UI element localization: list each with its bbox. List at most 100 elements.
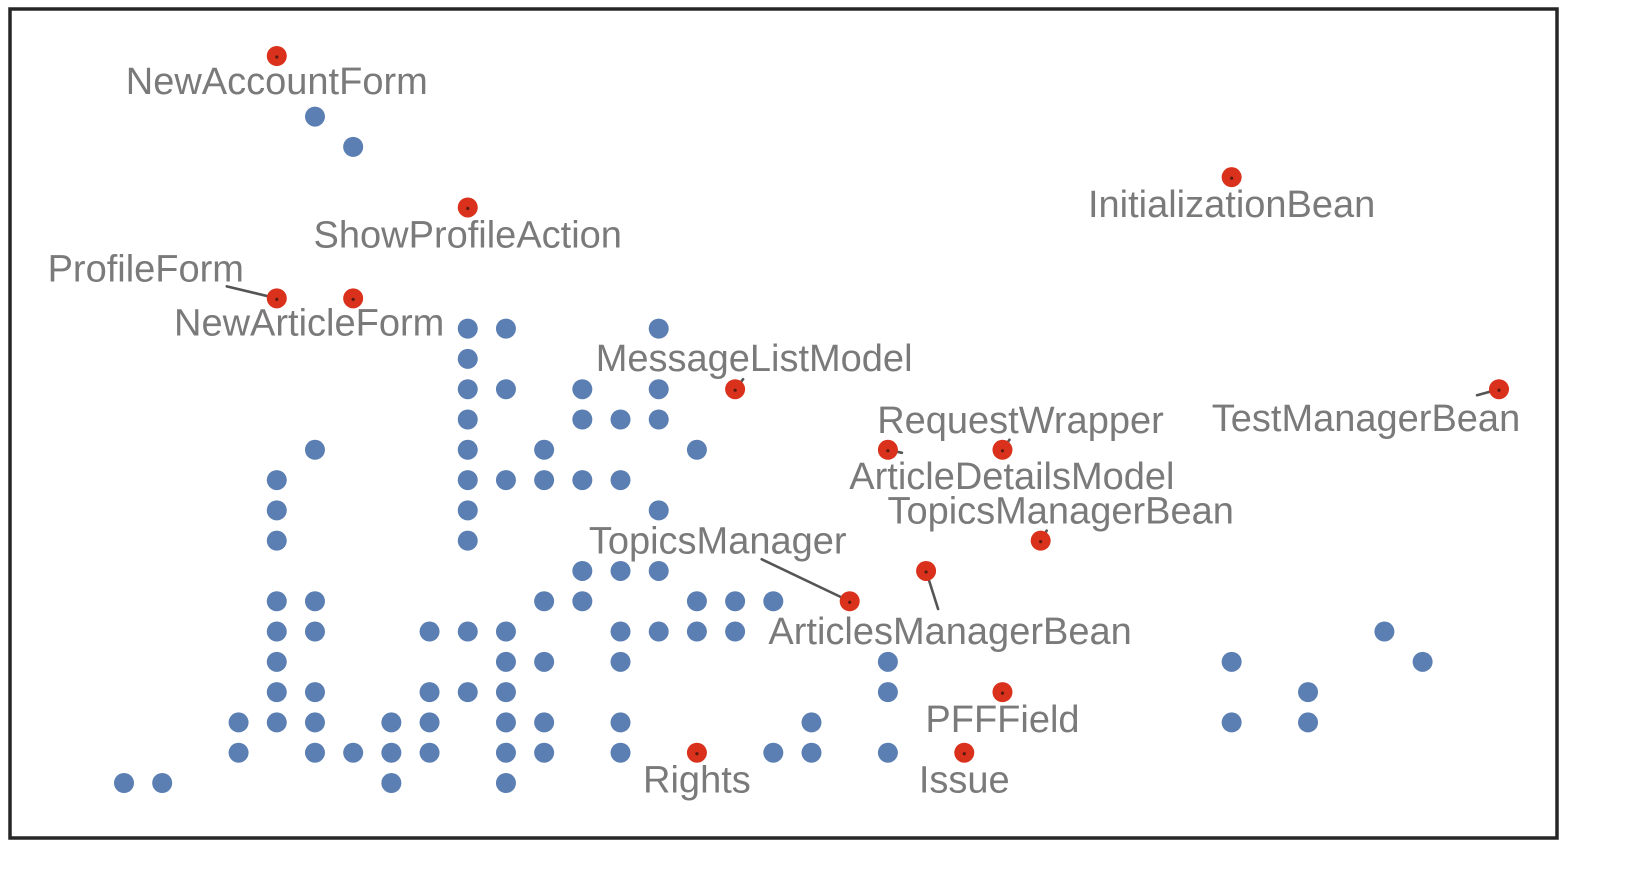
point-center-mark	[1000, 449, 1005, 453]
data-point	[648, 560, 669, 581]
point-label: MessageListModel	[596, 338, 913, 380]
data-point	[648, 500, 669, 521]
data-point	[495, 621, 516, 642]
point-center-mark	[962, 752, 966, 756]
data-point	[572, 470, 593, 491]
data-point	[343, 742, 364, 763]
data-point	[610, 409, 631, 430]
data-point	[266, 591, 287, 612]
data-point	[534, 470, 555, 491]
data-point	[457, 379, 478, 400]
data-point	[610, 651, 631, 672]
data-point	[610, 470, 631, 491]
data-point	[152, 773, 173, 793]
point-label: NewAccountForm	[126, 61, 428, 103]
data-point	[610, 621, 631, 642]
data-point	[648, 379, 669, 400]
data-point	[495, 712, 516, 733]
point-label: Issue	[919, 760, 1010, 802]
data-point	[495, 742, 516, 763]
data-point	[266, 651, 287, 672]
data-point	[801, 742, 822, 763]
data-point	[304, 591, 325, 612]
data-point	[228, 742, 249, 763]
data-point	[534, 591, 555, 612]
point-label: PFFField	[925, 699, 1079, 741]
data-point	[457, 439, 478, 460]
data-point	[304, 106, 325, 127]
data-point	[534, 742, 555, 763]
data-point	[725, 591, 746, 612]
data-point	[457, 621, 478, 642]
point-center-mark	[886, 449, 890, 453]
point-center-mark	[351, 297, 355, 301]
data-point	[266, 712, 287, 733]
scatter-chart: NewAccountForm InitializationBean ShowProf…	[8, 7, 1559, 840]
data-point	[495, 318, 516, 339]
data-point	[495, 379, 516, 400]
point-center-mark	[1230, 176, 1234, 180]
data-point	[457, 530, 478, 551]
point-label: ShowProfileAction	[314, 214, 622, 256]
data-point	[304, 682, 325, 703]
data-point	[572, 409, 593, 430]
point-label: TopicsManagerBean	[887, 491, 1233, 533]
data-point	[495, 773, 516, 793]
point-center-mark	[1000, 691, 1005, 695]
data-point	[228, 712, 249, 733]
data-point	[266, 530, 287, 551]
data-point	[534, 651, 555, 672]
data-point	[381, 712, 402, 733]
data-point	[572, 591, 593, 612]
data-point	[572, 560, 593, 581]
data-point	[725, 621, 746, 642]
data-point	[495, 651, 516, 672]
data-point	[610, 560, 631, 581]
data-point	[495, 682, 516, 703]
point-center-mark	[848, 600, 852, 604]
data-point	[610, 742, 631, 763]
data-point	[457, 348, 478, 369]
point-center-mark	[275, 55, 279, 59]
data-point	[457, 470, 478, 491]
data-point	[1298, 682, 1319, 703]
data-point	[648, 409, 669, 430]
data-point	[266, 621, 287, 642]
point-center-mark	[466, 206, 470, 211]
data-point	[1298, 712, 1319, 733]
data-point	[304, 439, 325, 460]
point-label: ProfileForm	[48, 248, 244, 290]
data-point	[686, 591, 707, 612]
data-point	[1221, 651, 1242, 672]
point-center-mark	[1497, 388, 1501, 392]
data-point	[1221, 712, 1242, 733]
data-point	[343, 136, 364, 157]
data-point	[457, 318, 478, 339]
data-point	[877, 651, 898, 672]
data-point	[495, 470, 516, 491]
data-point	[648, 621, 669, 642]
point-center-mark	[733, 388, 737, 392]
data-point	[266, 470, 287, 491]
data-point	[304, 621, 325, 642]
point-label: TestManagerBean	[1212, 398, 1520, 440]
point-label: RequestWrapper	[877, 400, 1164, 442]
data-point	[801, 712, 822, 733]
data-point	[763, 591, 784, 612]
data-point	[763, 742, 784, 763]
data-point	[381, 742, 402, 763]
data-point	[572, 379, 593, 400]
data-point	[457, 409, 478, 430]
data-point	[686, 439, 707, 460]
point-label: ArticlesManagerBean	[768, 611, 1131, 653]
point-center-mark	[924, 570, 928, 574]
data-point	[419, 621, 440, 642]
point-label: TopicsManager	[589, 520, 847, 562]
data-point	[877, 742, 898, 763]
data-point	[877, 682, 898, 703]
data-point	[304, 712, 325, 733]
point-label: NewArticleForm	[174, 302, 444, 344]
data-point	[419, 712, 440, 733]
data-point	[534, 439, 555, 460]
data-point	[610, 712, 631, 733]
